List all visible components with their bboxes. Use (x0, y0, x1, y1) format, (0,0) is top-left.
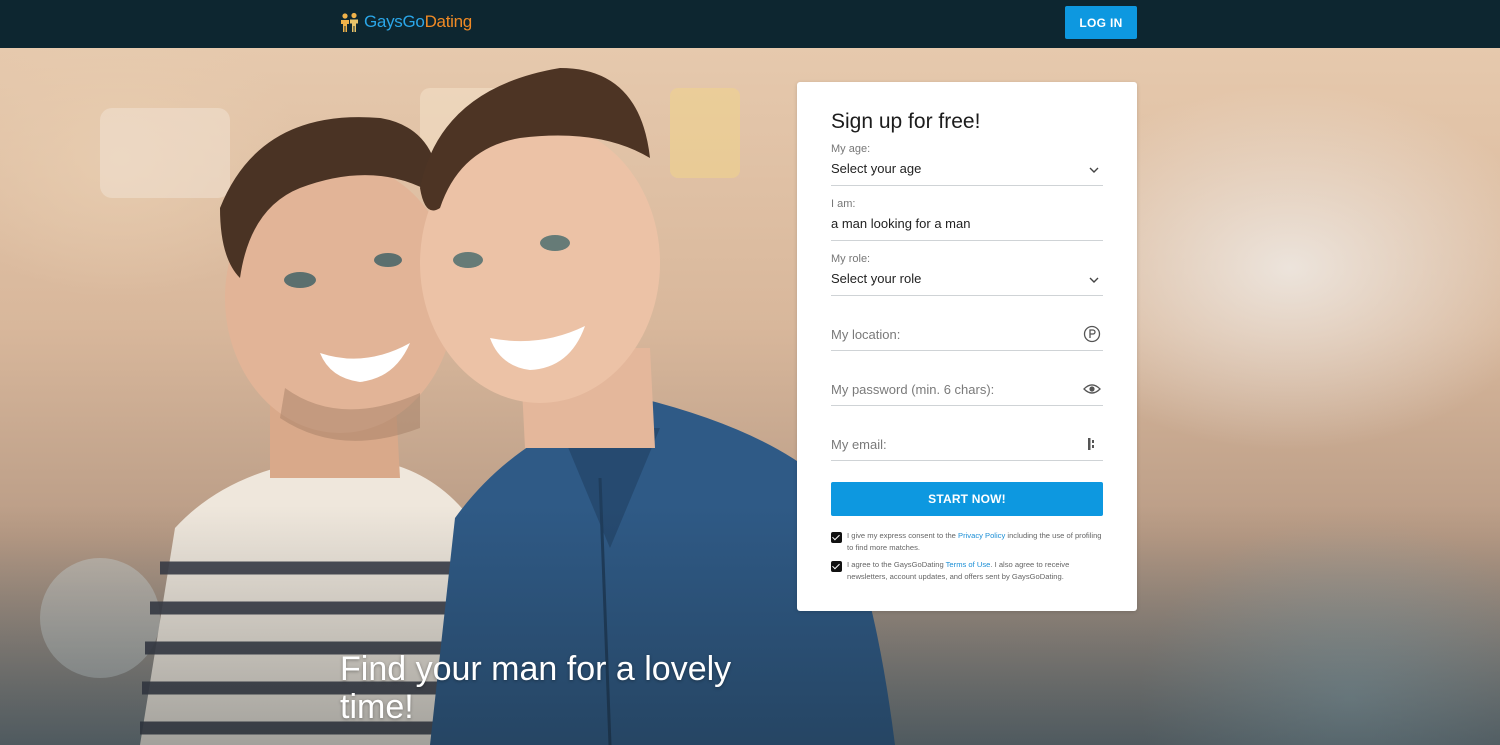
password-input[interactable]: My password (min. 6 chars): (831, 363, 1103, 406)
signup-title: Sign up for free! (831, 110, 981, 133)
terms-consent-text: I agree to the GaysGoDating Terms of Use… (847, 559, 1103, 583)
site-logo[interactable]: GaysGoDating (339, 9, 472, 35)
hero-section: Find your man for a lovely time! (0, 48, 1500, 745)
logo-people-icon (341, 12, 358, 32)
password-placeholder: My password (min. 6 chars): (831, 382, 995, 397)
terms-consent: I agree to the GaysGoDating Terms of Use… (831, 559, 1103, 583)
age-label: My age: (831, 143, 871, 155)
email-input[interactable]: My email: (831, 418, 1103, 461)
logo-text-dating: Dating (424, 12, 473, 31)
login-button[interactable]: LOG IN (1065, 6, 1137, 39)
location-icon (1083, 325, 1101, 343)
terms-consent-text-start: I agree to the GaysGoDating (847, 560, 946, 569)
logo-wordmark: GaysGoDating (364, 12, 472, 32)
email-placeholder: My email: (831, 437, 887, 452)
terms-of-use-link[interactable]: Terms of Use (946, 560, 991, 569)
i-am-value: a man looking for a man (831, 216, 971, 231)
start-now-button[interactable]: START NOW! (831, 482, 1103, 516)
top-navigation-bar: GaysGoDating LOG IN (0, 0, 1500, 48)
email-icon (1088, 438, 1094, 450)
privacy-consent-text-start: I give my express consent to the (847, 531, 959, 540)
location-input[interactable]: My location: (831, 308, 1103, 351)
role-label: My role: (831, 253, 871, 265)
age-select[interactable]: My age: Select your age (831, 143, 1103, 186)
chevron-down-icon (1089, 277, 1099, 283)
privacy-consent: I give my express consent to the Privacy… (831, 530, 1103, 554)
privacy-policy-link[interactable]: Privacy Policy (958, 531, 1005, 540)
signup-card: Sign up for free! My age: Select your ag… (797, 82, 1137, 611)
hero-headline: Find your man for a lovely time! (340, 650, 732, 726)
logo-text-go: Go (402, 12, 425, 31)
terms-consent-checkbox[interactable] (831, 561, 842, 572)
age-value: Select your age (831, 161, 922, 176)
privacy-consent-text: I give my express consent to the Privacy… (847, 530, 1103, 554)
chevron-down-icon (1089, 167, 1099, 173)
role-select[interactable]: My role: Select your role (831, 253, 1103, 296)
logo-text-gays: Gays (364, 12, 403, 31)
privacy-consent-checkbox[interactable] (831, 532, 842, 543)
i-am-label: I am: (831, 198, 856, 210)
location-placeholder: My location: (831, 327, 901, 342)
eye-icon[interactable] (1083, 380, 1101, 398)
gender-select[interactable]: I am: a man looking for a man (831, 198, 1103, 241)
role-value: Select your role (831, 271, 922, 286)
